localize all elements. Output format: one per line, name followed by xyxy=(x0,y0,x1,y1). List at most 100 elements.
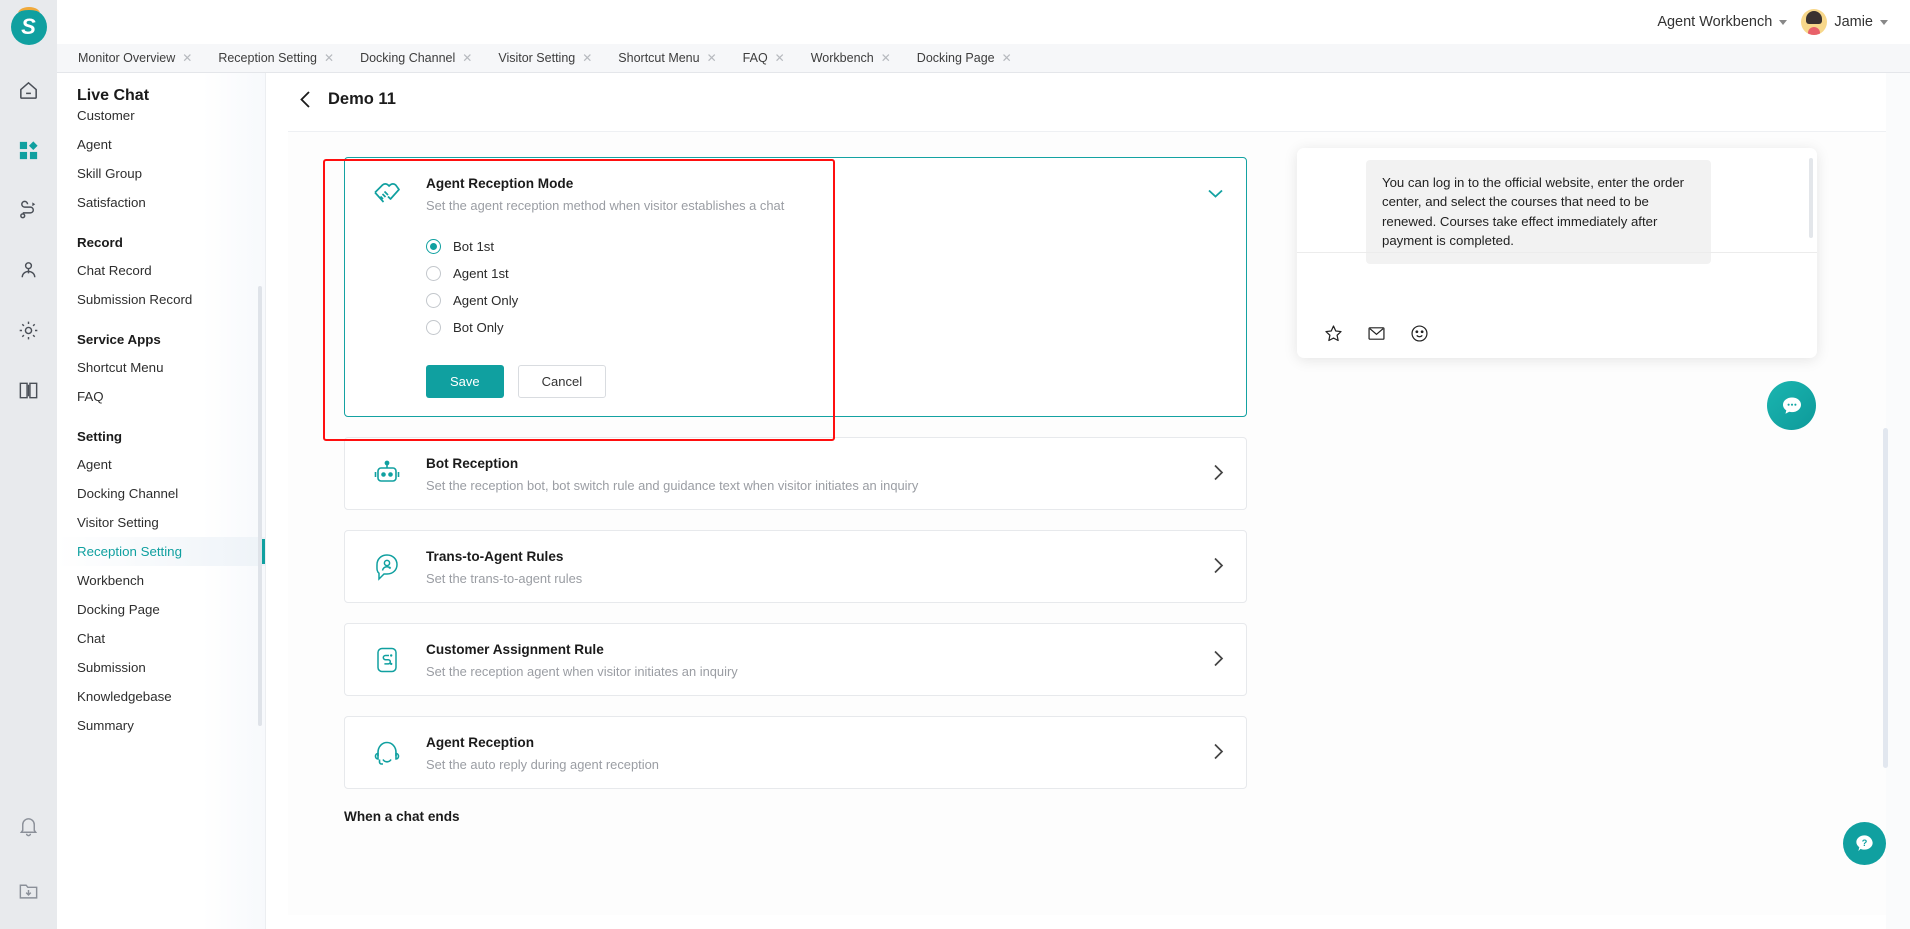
sidebar-item-agent[interactable]: Agent xyxy=(57,130,265,159)
sidebar-item-knowledgebase[interactable]: Knowledgebase xyxy=(57,682,265,711)
sidebar-item-skill-group[interactable]: Skill Group xyxy=(57,159,265,188)
sidebar-item-docking-page[interactable]: Docking Page xyxy=(57,595,265,624)
chat-scrollbar[interactable] xyxy=(1809,158,1813,238)
close-icon[interactable]: ✕ xyxy=(182,52,192,64)
visitor-icon[interactable] xyxy=(12,253,46,287)
handshake-icon xyxy=(369,176,405,212)
gear-icon[interactable] xyxy=(12,313,46,347)
reception-mode-radio-group: Bot 1st Agent 1st Agent Only Bot Only xyxy=(345,229,1246,347)
tab-label: Shortcut Menu xyxy=(618,51,700,65)
close-icon[interactable]: ✕ xyxy=(881,52,891,64)
sidebar-item-summary[interactable]: Summary xyxy=(57,711,265,740)
settings-card-trans-to-agent-rules[interactable]: Trans-to-Agent Rules Set the trans-to-age… xyxy=(344,530,1247,603)
sidebar-item-submission-record[interactable]: Submission Record xyxy=(57,285,265,314)
radio-option-agent-only[interactable]: Agent Only xyxy=(426,287,1246,314)
radio-button[interactable] xyxy=(426,320,441,335)
tab-label: Visitor Setting xyxy=(498,51,576,65)
workflow-icon[interactable] xyxy=(12,193,46,227)
envelope-icon[interactable] xyxy=(1366,323,1387,344)
sidebar-item-chat[interactable]: Chat xyxy=(57,624,265,653)
cancel-button[interactable]: Cancel xyxy=(517,365,607,398)
chat-divider xyxy=(1297,252,1817,253)
save-button[interactable]: Save xyxy=(426,365,504,398)
chat-bubble-fab[interactable] xyxy=(1767,381,1816,430)
user-menu[interactable]: Jamie xyxy=(1801,9,1888,35)
sidebar-item-customer[interactable]: Customer xyxy=(57,101,265,130)
tab-label: Docking Channel xyxy=(360,51,456,65)
help-fab[interactable]: ? xyxy=(1843,822,1886,865)
nav-scrollbar[interactable] xyxy=(258,286,262,726)
svg-text:?: ? xyxy=(1862,838,1868,848)
tab-visitor-setting[interactable]: Visitor Setting ✕ xyxy=(485,44,605,72)
app-logo[interactable]: S xyxy=(10,7,47,45)
chevron-right-icon[interactable] xyxy=(1213,650,1224,672)
nav-group-service-apps: Service Apps xyxy=(77,332,161,347)
emoji-icon[interactable] xyxy=(1409,323,1430,344)
user-name: Jamie xyxy=(1834,14,1873,30)
sidebar-item-submission[interactable]: Submission xyxy=(57,653,265,682)
home-icon[interactable] xyxy=(12,73,46,107)
close-icon[interactable]: ✕ xyxy=(1002,52,1012,64)
sidebar-item-chat-record[interactable]: Chat Record xyxy=(57,256,265,285)
tab-monitor-overview[interactable]: Monitor Overview ✕ xyxy=(65,44,205,72)
content-scrollbar[interactable] xyxy=(1883,428,1888,768)
tab-faq[interactable]: FAQ ✕ xyxy=(730,44,798,72)
tab-docking-channel[interactable]: Docking Channel ✕ xyxy=(347,44,485,72)
agent-reception-mode-card[interactable]: Agent Reception Mode Set the agent recep… xyxy=(344,157,1247,417)
radio-button[interactable] xyxy=(426,293,441,308)
radio-button[interactable] xyxy=(426,266,441,281)
sidebar-item-workbench[interactable]: Workbench xyxy=(57,566,265,595)
tab-strip: Monitor Overview ✕ Reception Setting ✕ Docki… xyxy=(57,44,1910,73)
card-description: Set the auto reply during agent receptio… xyxy=(426,757,659,772)
settings-card-agent-reception[interactable]: Agent Reception Set the auto reply during… xyxy=(344,716,1247,789)
tab-label: Docking Page xyxy=(916,51,995,65)
card-title: Agent Reception Mode xyxy=(426,176,574,191)
chat-preview-widget: You can log in to the official website, … xyxy=(1297,148,1817,358)
chevron-down-icon xyxy=(1779,19,1788,25)
radio-button[interactable] xyxy=(426,239,441,254)
settings-card-customer-assignment-rule[interactable]: Customer Assignment Rule Set the receptio… xyxy=(344,623,1247,696)
notifications-bell-icon[interactable] xyxy=(12,809,46,843)
close-icon[interactable]: ✕ xyxy=(582,52,592,64)
radio-option-agent-1st[interactable]: Agent 1st xyxy=(426,260,1246,287)
downloads-icon[interactable] xyxy=(12,873,46,907)
tab-label: Workbench xyxy=(810,51,874,65)
card-actions: Save Cancel xyxy=(345,347,1246,408)
chevron-right-icon[interactable] xyxy=(1213,464,1224,486)
chat-message-bubble: You can log in to the official website, … xyxy=(1366,160,1711,264)
close-icon[interactable]: ✕ xyxy=(462,52,472,64)
sidebar-item-satisfaction[interactable]: Satisfaction xyxy=(57,188,265,217)
card-title: Agent Reception xyxy=(426,735,534,750)
sidebar-item-visitor-setting[interactable]: Visitor Setting xyxy=(57,508,265,537)
logo-letter: S xyxy=(21,14,36,39)
tab-label: Reception Setting xyxy=(218,51,317,65)
sidebar-item-shortcut-menu[interactable]: Shortcut Menu xyxy=(57,353,265,382)
nav-group-record: Record xyxy=(77,235,123,250)
sidebar-item-reception-setting[interactable]: Reception Setting xyxy=(57,537,265,566)
chevron-down-icon[interactable] xyxy=(1207,186,1224,203)
radio-option-bot-only[interactable]: Bot Only xyxy=(426,314,1246,341)
sidebar-item-faq[interactable]: FAQ xyxy=(57,382,265,411)
close-icon[interactable]: ✕ xyxy=(707,52,717,64)
knowledge-book-icon[interactable] xyxy=(12,373,46,407)
sidebar-item-docking-channel[interactable]: Docking Channel xyxy=(57,479,265,508)
close-icon[interactable]: ✕ xyxy=(775,52,785,64)
tab-reception-setting[interactable]: Reception Setting ✕ xyxy=(205,44,347,72)
tab-shortcut-menu[interactable]: Shortcut Menu ✕ xyxy=(605,44,729,72)
radio-option-bot-1st[interactable]: Bot 1st xyxy=(426,233,1246,260)
workbench-selector[interactable]: Agent Workbench xyxy=(1657,14,1788,30)
radio-label: Bot Only xyxy=(453,320,504,335)
tab-docking-page[interactable]: Docking Page ✕ xyxy=(904,44,1025,72)
close-icon[interactable]: ✕ xyxy=(324,52,334,64)
chevron-right-icon[interactable] xyxy=(1213,743,1224,765)
chat-toolbar xyxy=(1323,323,1430,344)
star-icon[interactable] xyxy=(1323,323,1344,344)
back-icon[interactable] xyxy=(299,90,311,109)
sidebar-item-agent[interactable]: Agent xyxy=(57,450,265,479)
apps-grid-icon[interactable] xyxy=(12,133,46,167)
card-description: Set the reception agent when visitor ini… xyxy=(426,664,738,679)
chevron-right-icon[interactable] xyxy=(1213,557,1224,579)
settings-card-bot-reception[interactable]: Bot Reception Set the reception bot, bot … xyxy=(344,437,1247,510)
tab-workbench[interactable]: Workbench ✕ xyxy=(798,44,904,72)
avatar xyxy=(1801,9,1828,35)
